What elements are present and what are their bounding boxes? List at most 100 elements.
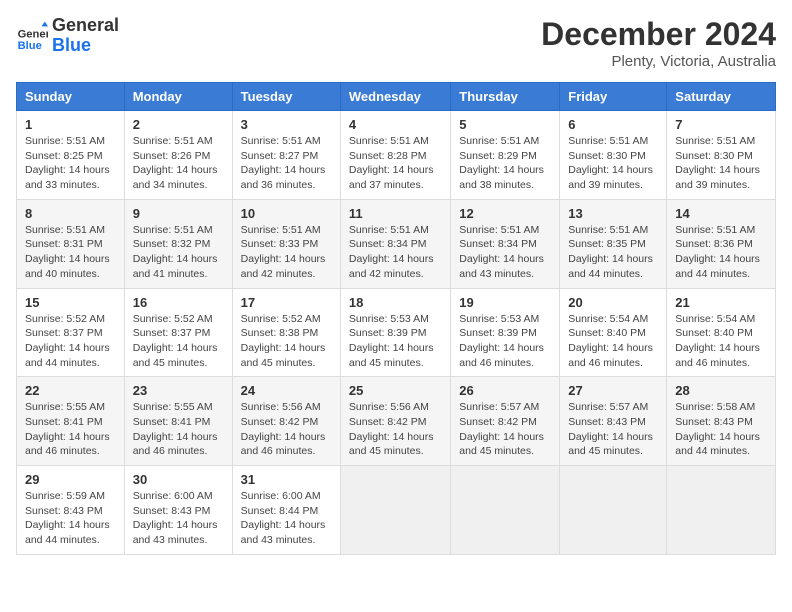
calendar-day: 31 Sunrise: 6:00 AM Sunset: 8:44 PM Dayl… <box>232 466 340 555</box>
day-number: 9 <box>133 206 224 221</box>
calendar-day: 9 Sunrise: 5:51 AM Sunset: 8:32 PM Dayli… <box>124 199 232 288</box>
day-number: 23 <box>133 383 224 398</box>
day-info: Sunrise: 5:56 AM Sunset: 8:42 PM Dayligh… <box>241 400 332 459</box>
day-info: Sunrise: 5:51 AM Sunset: 8:26 PM Dayligh… <box>133 134 224 193</box>
day-number: 20 <box>568 295 658 310</box>
day-number: 29 <box>25 472 116 487</box>
day-number: 28 <box>675 383 767 398</box>
calendar-day: 20 Sunrise: 5:54 AM Sunset: 8:40 PM Dayl… <box>560 288 667 377</box>
day-number: 2 <box>133 117 224 132</box>
day-info: Sunrise: 5:51 AM Sunset: 8:25 PM Dayligh… <box>25 134 116 193</box>
calendar-day <box>451 466 560 555</box>
day-info: Sunrise: 5:51 AM Sunset: 8:35 PM Dayligh… <box>568 223 658 282</box>
col-wednesday: Wednesday <box>340 83 450 111</box>
day-info: Sunrise: 5:51 AM Sunset: 8:31 PM Dayligh… <box>25 223 116 282</box>
calendar-day: 2 Sunrise: 5:51 AM Sunset: 8:26 PM Dayli… <box>124 111 232 200</box>
calendar-week-row: 1 Sunrise: 5:51 AM Sunset: 8:25 PM Dayli… <box>17 111 776 200</box>
calendar-day: 1 Sunrise: 5:51 AM Sunset: 8:25 PM Dayli… <box>17 111 125 200</box>
calendar-day: 24 Sunrise: 5:56 AM Sunset: 8:42 PM Dayl… <box>232 377 340 466</box>
col-monday: Monday <box>124 83 232 111</box>
day-number: 25 <box>349 383 442 398</box>
day-info: Sunrise: 5:51 AM Sunset: 8:33 PM Dayligh… <box>241 223 332 282</box>
calendar-week-row: 22 Sunrise: 5:55 AM Sunset: 8:41 PM Dayl… <box>17 377 776 466</box>
day-info: Sunrise: 5:51 AM Sunset: 8:34 PM Dayligh… <box>349 223 442 282</box>
day-number: 30 <box>133 472 224 487</box>
day-info: Sunrise: 5:51 AM Sunset: 8:30 PM Dayligh… <box>675 134 767 193</box>
page-title: December 2024 <box>541 16 776 53</box>
day-number: 6 <box>568 117 658 132</box>
calendar-day: 22 Sunrise: 5:55 AM Sunset: 8:41 PM Dayl… <box>17 377 125 466</box>
calendar-day: 17 Sunrise: 5:52 AM Sunset: 8:38 PM Dayl… <box>232 288 340 377</box>
day-info: Sunrise: 5:54 AM Sunset: 8:40 PM Dayligh… <box>568 312 658 371</box>
calendar-day: 23 Sunrise: 5:55 AM Sunset: 8:41 PM Dayl… <box>124 377 232 466</box>
day-info: Sunrise: 5:52 AM Sunset: 8:38 PM Dayligh… <box>241 312 332 371</box>
day-info: Sunrise: 6:00 AM Sunset: 8:44 PM Dayligh… <box>241 489 332 548</box>
calendar-day: 4 Sunrise: 5:51 AM Sunset: 8:28 PM Dayli… <box>340 111 450 200</box>
day-info: Sunrise: 5:51 AM Sunset: 8:30 PM Dayligh… <box>568 134 658 193</box>
calendar-day: 26 Sunrise: 5:57 AM Sunset: 8:42 PM Dayl… <box>451 377 560 466</box>
day-info: Sunrise: 5:57 AM Sunset: 8:43 PM Dayligh… <box>568 400 658 459</box>
day-number: 12 <box>459 206 551 221</box>
day-info: Sunrise: 6:00 AM Sunset: 8:43 PM Dayligh… <box>133 489 224 548</box>
day-info: Sunrise: 5:52 AM Sunset: 8:37 PM Dayligh… <box>25 312 116 371</box>
title-block: December 2024 Plenty, Victoria, Australi… <box>541 16 776 70</box>
day-number: 1 <box>25 117 116 132</box>
day-info: Sunrise: 5:51 AM Sunset: 8:28 PM Dayligh… <box>349 134 442 193</box>
day-number: 24 <box>241 383 332 398</box>
day-info: Sunrise: 5:54 AM Sunset: 8:40 PM Dayligh… <box>675 312 767 371</box>
calendar-day <box>560 466 667 555</box>
day-number: 8 <box>25 206 116 221</box>
day-number: 13 <box>568 206 658 221</box>
calendar-day: 8 Sunrise: 5:51 AM Sunset: 8:31 PM Dayli… <box>17 199 125 288</box>
day-number: 21 <box>675 295 767 310</box>
day-number: 18 <box>349 295 442 310</box>
col-thursday: Thursday <box>451 83 560 111</box>
calendar-header-row: Sunday Monday Tuesday Wednesday Thursday… <box>17 83 776 111</box>
calendar-day: 18 Sunrise: 5:53 AM Sunset: 8:39 PM Dayl… <box>340 288 450 377</box>
day-number: 14 <box>675 206 767 221</box>
day-number: 26 <box>459 383 551 398</box>
day-number: 3 <box>241 117 332 132</box>
calendar-day: 28 Sunrise: 5:58 AM Sunset: 8:43 PM Dayl… <box>667 377 776 466</box>
day-info: Sunrise: 5:55 AM Sunset: 8:41 PM Dayligh… <box>133 400 224 459</box>
calendar-day: 12 Sunrise: 5:51 AM Sunset: 8:34 PM Dayl… <box>451 199 560 288</box>
day-number: 11 <box>349 206 442 221</box>
col-friday: Friday <box>560 83 667 111</box>
calendar-week-row: 8 Sunrise: 5:51 AM Sunset: 8:31 PM Dayli… <box>17 199 776 288</box>
day-info: Sunrise: 5:51 AM Sunset: 8:32 PM Dayligh… <box>133 223 224 282</box>
day-info: Sunrise: 5:51 AM Sunset: 8:34 PM Dayligh… <box>459 223 551 282</box>
calendar-week-row: 15 Sunrise: 5:52 AM Sunset: 8:37 PM Dayl… <box>17 288 776 377</box>
calendar-day: 19 Sunrise: 5:53 AM Sunset: 8:39 PM Dayl… <box>451 288 560 377</box>
page-subtitle: Plenty, Victoria, Australia <box>541 53 776 70</box>
calendar-day: 5 Sunrise: 5:51 AM Sunset: 8:29 PM Dayli… <box>451 111 560 200</box>
calendar-day: 10 Sunrise: 5:51 AM Sunset: 8:33 PM Dayl… <box>232 199 340 288</box>
day-number: 15 <box>25 295 116 310</box>
day-info: Sunrise: 5:57 AM Sunset: 8:42 PM Dayligh… <box>459 400 551 459</box>
day-number: 31 <box>241 472 332 487</box>
calendar-day: 16 Sunrise: 5:52 AM Sunset: 8:37 PM Dayl… <box>124 288 232 377</box>
calendar-day: 3 Sunrise: 5:51 AM Sunset: 8:27 PM Dayli… <box>232 111 340 200</box>
calendar-day: 29 Sunrise: 5:59 AM Sunset: 8:43 PM Dayl… <box>17 466 125 555</box>
day-number: 27 <box>568 383 658 398</box>
day-info: Sunrise: 5:55 AM Sunset: 8:41 PM Dayligh… <box>25 400 116 459</box>
day-info: Sunrise: 5:51 AM Sunset: 8:27 PM Dayligh… <box>241 134 332 193</box>
day-info: Sunrise: 5:53 AM Sunset: 8:39 PM Dayligh… <box>459 312 551 371</box>
day-number: 16 <box>133 295 224 310</box>
calendar-day: 21 Sunrise: 5:54 AM Sunset: 8:40 PM Dayl… <box>667 288 776 377</box>
col-tuesday: Tuesday <box>232 83 340 111</box>
col-saturday: Saturday <box>667 83 776 111</box>
col-sunday: Sunday <box>17 83 125 111</box>
calendar-day: 15 Sunrise: 5:52 AM Sunset: 8:37 PM Dayl… <box>17 288 125 377</box>
logo: General Blue General Blue <box>16 16 119 56</box>
calendar-day <box>667 466 776 555</box>
day-number: 10 <box>241 206 332 221</box>
day-info: Sunrise: 5:56 AM Sunset: 8:42 PM Dayligh… <box>349 400 442 459</box>
day-number: 17 <box>241 295 332 310</box>
day-info: Sunrise: 5:58 AM Sunset: 8:43 PM Dayligh… <box>675 400 767 459</box>
day-info: Sunrise: 5:52 AM Sunset: 8:37 PM Dayligh… <box>133 312 224 371</box>
calendar-day: 14 Sunrise: 5:51 AM Sunset: 8:36 PM Dayl… <box>667 199 776 288</box>
page-header: General Blue General Blue December 2024 … <box>16 16 776 70</box>
calendar-day: 7 Sunrise: 5:51 AM Sunset: 8:30 PM Dayli… <box>667 111 776 200</box>
calendar-day: 27 Sunrise: 5:57 AM Sunset: 8:43 PM Dayl… <box>560 377 667 466</box>
svg-text:General: General <box>18 28 48 40</box>
